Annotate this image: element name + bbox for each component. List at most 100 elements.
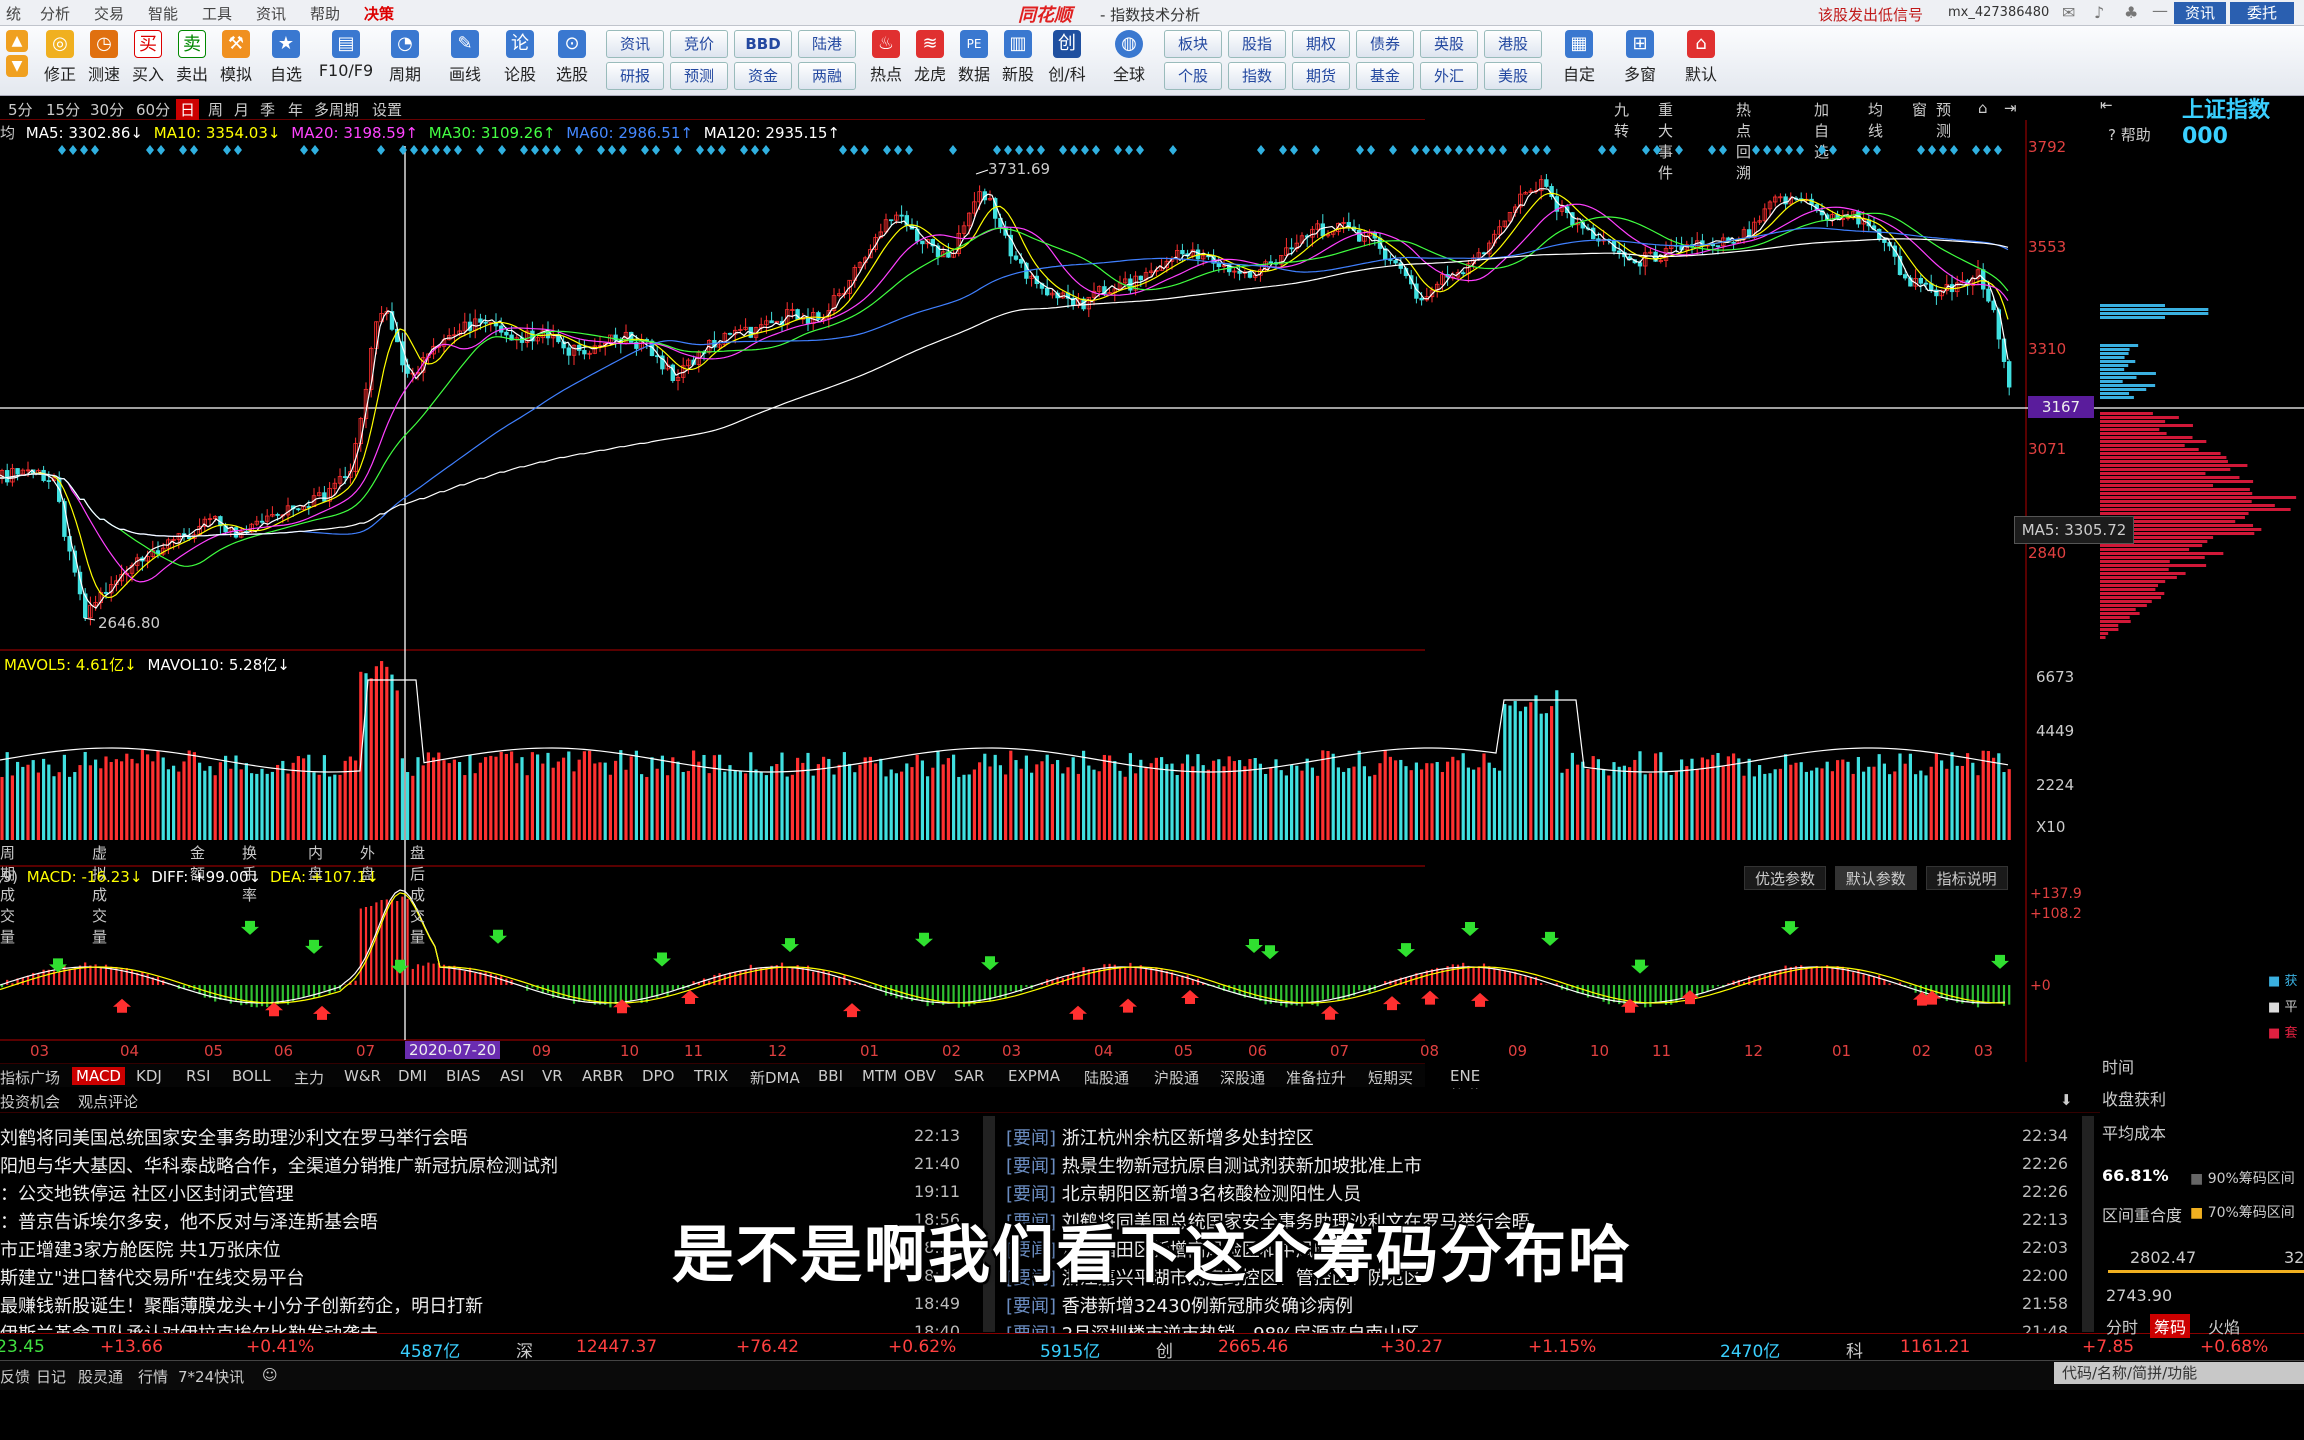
vol-tab[interactable]: 盘后成交量 [410,842,425,947]
indicator-tab[interactable]: W&R [344,1067,381,1085]
tab-timeshare[interactable]: 分时 [2106,1314,2138,1338]
volume-bar [530,752,534,840]
news-tag: [要闻] [1006,1184,1057,1205]
news-item[interactable]: ：公交地铁停运 社区小区封闭式管理 19:11 [0,1180,980,1206]
help-label: 帮助 [2120,126,2151,144]
news-item[interactable]: [要闻] 香港新增32430例新冠肺炎确诊病例 21:58 [1006,1292,2080,1318]
news-item[interactable]: [要闻] 热景生物新冠抗原自测试剂获新加坡批准上市 22:26 [1006,1152,2080,1178]
indicator-tab[interactable]: BOLL [232,1067,271,1085]
indicator-tab[interactable]: 指标广场 [0,1067,60,1088]
indicator-tab[interactable]: TRIX [694,1067,728,1085]
volume-bar [1310,767,1314,840]
candles [0,174,2012,626]
news-tab-opinion[interactable]: 观点评论 [78,1091,138,1112]
volume-bar [1903,763,1907,840]
chip-bar [2100,312,2209,315]
default-params-button[interactable]: 默认参数 [1834,866,1917,890]
indicator-tab[interactable]: 深股通 [1220,1067,1265,1088]
news-title: 阳旭与华大基因、华科泰战略合作，全渠道分销推广新冠抗原检测试剂 [0,1156,558,1177]
search-input[interactable]: 代码/名称/简拼/功能 [2054,1362,2304,1384]
news-item[interactable]: 最赚钱新股诞生！聚酯薄膜龙头+小分子创新药企，明日打新 18:49 [0,1292,980,1318]
volume-bar [764,775,768,840]
optimal-params-button[interactable]: 优选参数 [1744,866,1827,890]
volume-bar [759,772,763,840]
status-stockwise[interactable]: 股灵通 [78,1366,123,1387]
status-bar: 反馈 日记 股灵通 行情 7*24快讯 ☺ [0,1360,2304,1390]
signal-diamond [1521,145,1529,155]
signal-diamond [1136,145,1144,155]
indicator-tab[interactable]: MACD [72,1067,125,1085]
volume-bar [239,769,243,840]
expand-icon[interactable]: ⇤ [2100,96,2113,114]
news-time: 22:34 [2022,1126,2069,1145]
status-diary[interactable]: 日记 [36,1366,66,1387]
indicator-tab[interactable]: DPO [642,1067,674,1085]
macd-tick: +0 [2030,978,2051,994]
volume-bar [1466,767,1470,840]
indicator-tab[interactable]: ASI [500,1067,524,1085]
volume-bar [1435,762,1439,840]
indicator-tab[interactable]: 陆股通 [1084,1067,1129,1088]
chip-bar [2100,596,2162,599]
candle-body [1637,262,1643,267]
chip-bar [2100,496,2297,499]
indicator-tab[interactable]: 主力 [294,1067,324,1088]
robot-icon[interactable]: ☺ [262,1366,278,1384]
indicator-help-button[interactable]: 指标说明 [1925,866,2008,890]
signal-diamond [58,145,66,155]
chip-bar [2100,380,2123,383]
help-link[interactable]: ? 帮助 [2108,124,2151,145]
volume-bar [192,752,196,840]
status-market[interactable]: 行情 [138,1366,168,1387]
collapse-down-icon[interactable]: ⬇ [2060,1091,2073,1109]
indicator-tab[interactable]: ARBR [582,1067,623,1085]
indicator-tab[interactable]: KDJ [136,1067,162,1085]
kline-chart[interactable] [0,0,2304,1063]
volume-bar [1035,764,1039,840]
candle-body [103,592,109,594]
chip-bar [2100,580,2166,583]
tab-chips[interactable]: 筹码 [2150,1314,2191,1338]
volume-bar [608,774,612,840]
indicator-tab[interactable]: BBI [818,1067,843,1085]
status-feedback[interactable]: 反馈 [0,1366,30,1387]
signal-diamond [993,145,1001,155]
candle-body [1180,250,1185,255]
vol-tab[interactable]: 虚拟成交量 [92,842,107,947]
signal-diamond [454,145,462,155]
indicator-tab[interactable]: VR [542,1067,563,1085]
news-item[interactable]: 阳旭与华大基因、华科泰战略合作，全渠道分销推广新冠抗原检测试剂 21:40 [0,1152,980,1178]
macd-buttons: 优选参数 默认参数 指标说明 [1740,866,2008,890]
indicator-tab[interactable]: OBV [904,1067,936,1085]
indicator-tab[interactable]: EXPMA [1008,1067,1060,1085]
volume-bar [1560,772,1564,840]
candle-body [1138,275,1143,281]
news-tab-opportunity[interactable]: 投资机会 [0,1091,60,1112]
tab-flame[interactable]: 火焰 [2208,1314,2240,1338]
volume-bar [1113,761,1117,840]
indicator-tab[interactable]: SAR [954,1067,984,1085]
indicator-tab[interactable]: RSI [186,1067,210,1085]
indicator-tab[interactable]: DMI [398,1067,427,1085]
volume-bar [1940,760,1944,840]
chip-bar [2100,432,2167,435]
volume-bar [78,765,82,840]
indicator-tab[interactable]: 准备拉升 [1286,1067,1346,1088]
news-item[interactable]: [要闻] 浙江杭州余杭区新增多处封控区 22:34 [1006,1124,2080,1150]
volume-bar [1414,762,1418,840]
indicator-tab[interactable]: 新DMA [750,1067,800,1088]
indicator-tab[interactable]: 沪股通 [1154,1067,1199,1088]
signal-diamond [234,145,242,155]
volume-bar [1945,768,1949,840]
volume-bar [556,761,560,840]
status-flash-news[interactable]: 7*24快讯 [178,1366,244,1387]
chip-bar [2100,468,2231,471]
volume-bar [57,772,61,840]
candle-body [889,219,894,222]
news-item[interactable]: 刘鹤将同美国总统国家安全事务助理沙利文在罗马举行会晤 22:13 [0,1124,980,1150]
volume-bar [744,773,748,840]
indicator-tab[interactable]: MTM [862,1067,897,1085]
indicator-tab[interactable]: BIAS [446,1067,481,1085]
vol-tab[interactable]: 周期成交量 [0,842,15,947]
news-item[interactable]: [要闻] 北京朝阳区新增3名核酸检测阳性人员 22:26 [1006,1180,2080,1206]
